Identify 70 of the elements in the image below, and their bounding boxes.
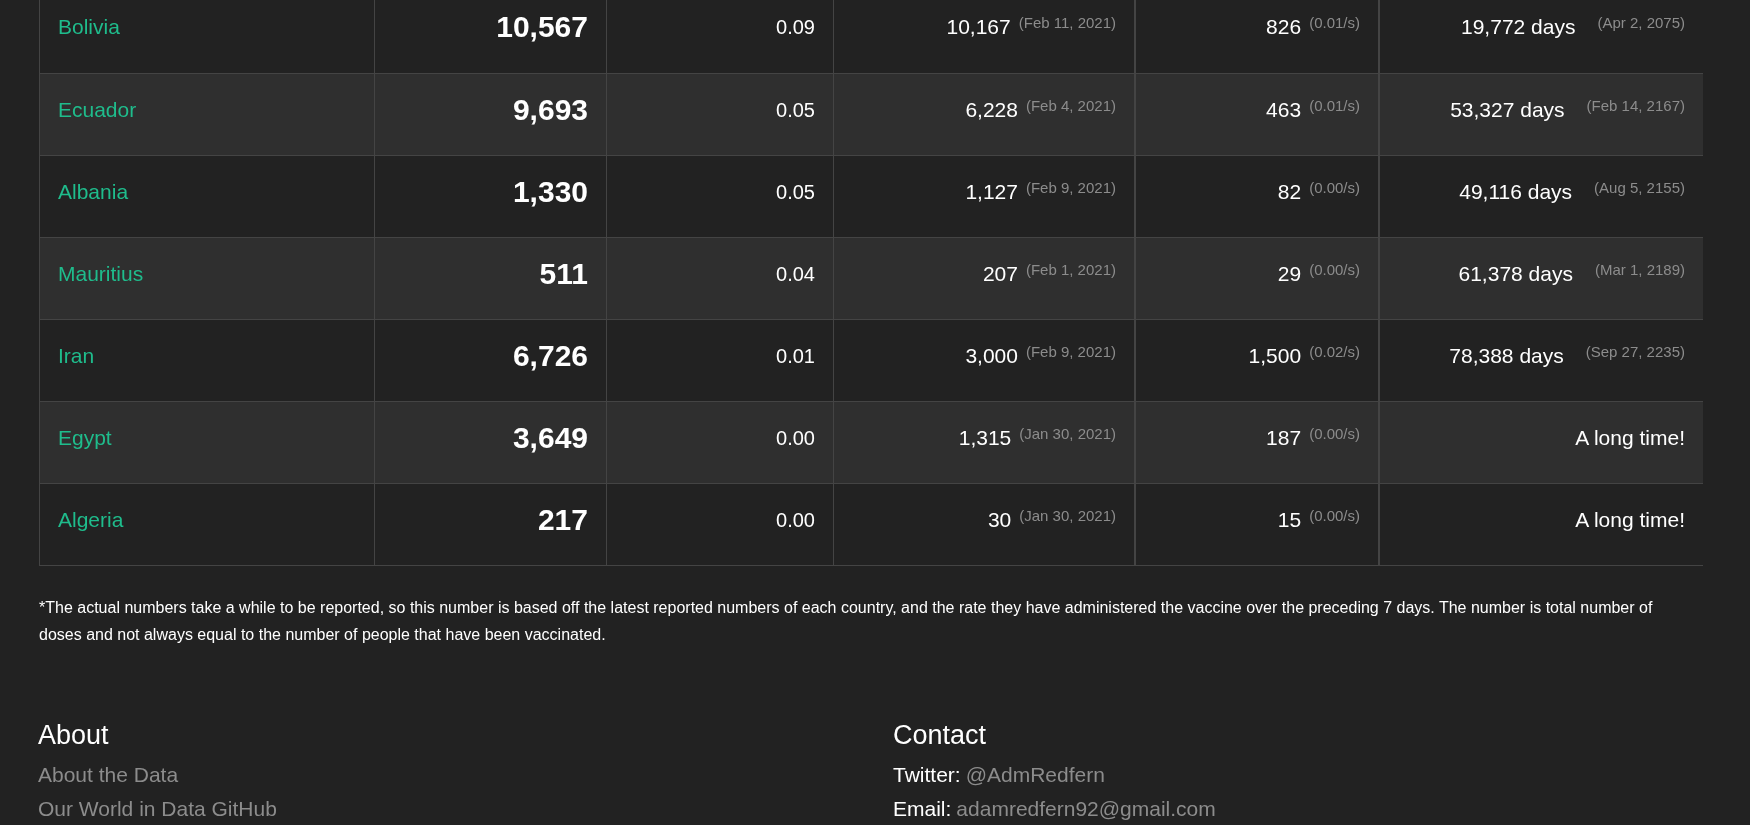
- contact-heading: Contact: [893, 719, 988, 752]
- eta-value: 78,388 days: [1449, 343, 1564, 369]
- rate-value: 0.01: [776, 344, 815, 369]
- reported-value: 1,315: [958, 425, 1012, 451]
- contact-label: Twitter:: [893, 762, 961, 788]
- per-day-value: 1,500: [1248, 343, 1302, 369]
- rate-value: 0.00: [776, 508, 815, 533]
- reported-date: (Feb 1, 2021): [1025, 260, 1116, 280]
- eta-date: (Aug 5, 2155): [1594, 178, 1685, 198]
- reported-value: 6,228: [965, 97, 1018, 123]
- reported-value: 10,167: [946, 14, 1011, 40]
- eta-value: 49,116 days: [1459, 179, 1573, 205]
- rate-value: 0.09: [776, 15, 815, 40]
- per-day-value: 463: [1266, 97, 1302, 123]
- reported-value: 3,000: [965, 343, 1018, 369]
- rate-value: 0.05: [776, 98, 815, 123]
- country-link[interactable]: Iran: [58, 344, 95, 367]
- per-second-rate: (0.01/s): [1309, 13, 1360, 33]
- reported-value: 207: [982, 261, 1018, 287]
- footer-link[interactable]: Our World in Data GitHub: [38, 792, 893, 825]
- reported-date: (Feb 9, 2021): [1025, 178, 1116, 198]
- reported-date: (Feb 4, 2021): [1025, 96, 1116, 116]
- eta-value: 53,327 days: [1450, 97, 1565, 123]
- per-second-rate: (0.00/s): [1309, 506, 1360, 526]
- total-value: 10,567: [496, 9, 588, 45]
- eta-date: (Apr 2, 2075): [1597, 13, 1685, 33]
- per-second-rate: (0.00/s): [1309, 424, 1360, 444]
- country-link[interactable]: Mauritius: [58, 262, 144, 285]
- country-link[interactable]: Algeria: [58, 508, 124, 531]
- reported-date: (Feb 9, 2021): [1025, 342, 1116, 362]
- reported-value: 1,127: [965, 179, 1018, 205]
- per-second-rate: (0.02/s): [1309, 342, 1360, 362]
- per-second-rate: (0.00/s): [1309, 260, 1360, 280]
- eta-date: (Mar 1, 2189): [1594, 260, 1685, 280]
- contact-label: Email:: [893, 796, 952, 822]
- eta-value: A long time!: [1575, 425, 1685, 451]
- contact-link[interactable]: adamredfern92@gmail.com: [956, 792, 1216, 825]
- footnote-text: *The actual numbers take a while to be reported, so this number is based off the latest reported numbers of each country, and the rate they have administered the vaccine over the preceding 7 days. The number is total number of doses and not always equal to the number of people that have been vaccinated.: [39, 598, 1654, 645]
- country-link[interactable]: Ecuador: [58, 98, 137, 121]
- country-link[interactable]: Bolivia: [58, 15, 120, 38]
- total-value: 9,693: [512, 92, 588, 128]
- eta-value: 19,772 days: [1461, 14, 1576, 40]
- per-day-value: 187: [1266, 425, 1302, 451]
- rate-value: 0.05: [776, 180, 815, 205]
- total-value: 1,330: [512, 174, 588, 210]
- rate-value: 0.04: [776, 262, 815, 287]
- reported-date: (Jan 30, 2021): [1019, 506, 1116, 526]
- eta-value: 61,378 days: [1458, 261, 1573, 287]
- total-value: 511: [539, 256, 588, 292]
- eta-date: (Feb 14, 2167): [1586, 96, 1685, 116]
- per-day-value: 826: [1266, 14, 1302, 40]
- country-link[interactable]: Egypt: [58, 426, 112, 449]
- per-day-value: 15: [1277, 507, 1302, 533]
- per-day-value: 82: [1277, 179, 1302, 205]
- total-value: 217: [537, 502, 588, 538]
- footer-link[interactable]: About the Data: [38, 758, 893, 792]
- about-heading: About: [38, 719, 110, 752]
- eta-date: (Sep 27, 2235): [1585, 342, 1685, 362]
- reported-date: (Jan 30, 2021): [1019, 424, 1116, 444]
- country-link[interactable]: Albania: [58, 180, 129, 203]
- reported-date: (Feb 11, 2021): [1018, 13, 1116, 33]
- per-second-rate: (0.01/s): [1309, 96, 1360, 116]
- rate-value: 0.00: [776, 426, 815, 451]
- total-value: 6,726: [512, 338, 588, 374]
- eta-value: A long time!: [1575, 507, 1685, 533]
- per-second-rate: (0.00/s): [1309, 178, 1360, 198]
- per-day-value: 29: [1277, 261, 1302, 287]
- reported-value: 30: [987, 507, 1012, 533]
- total-value: 3,649: [512, 420, 588, 456]
- contact-link[interactable]: @AdmRedfern: [965, 758, 1105, 792]
